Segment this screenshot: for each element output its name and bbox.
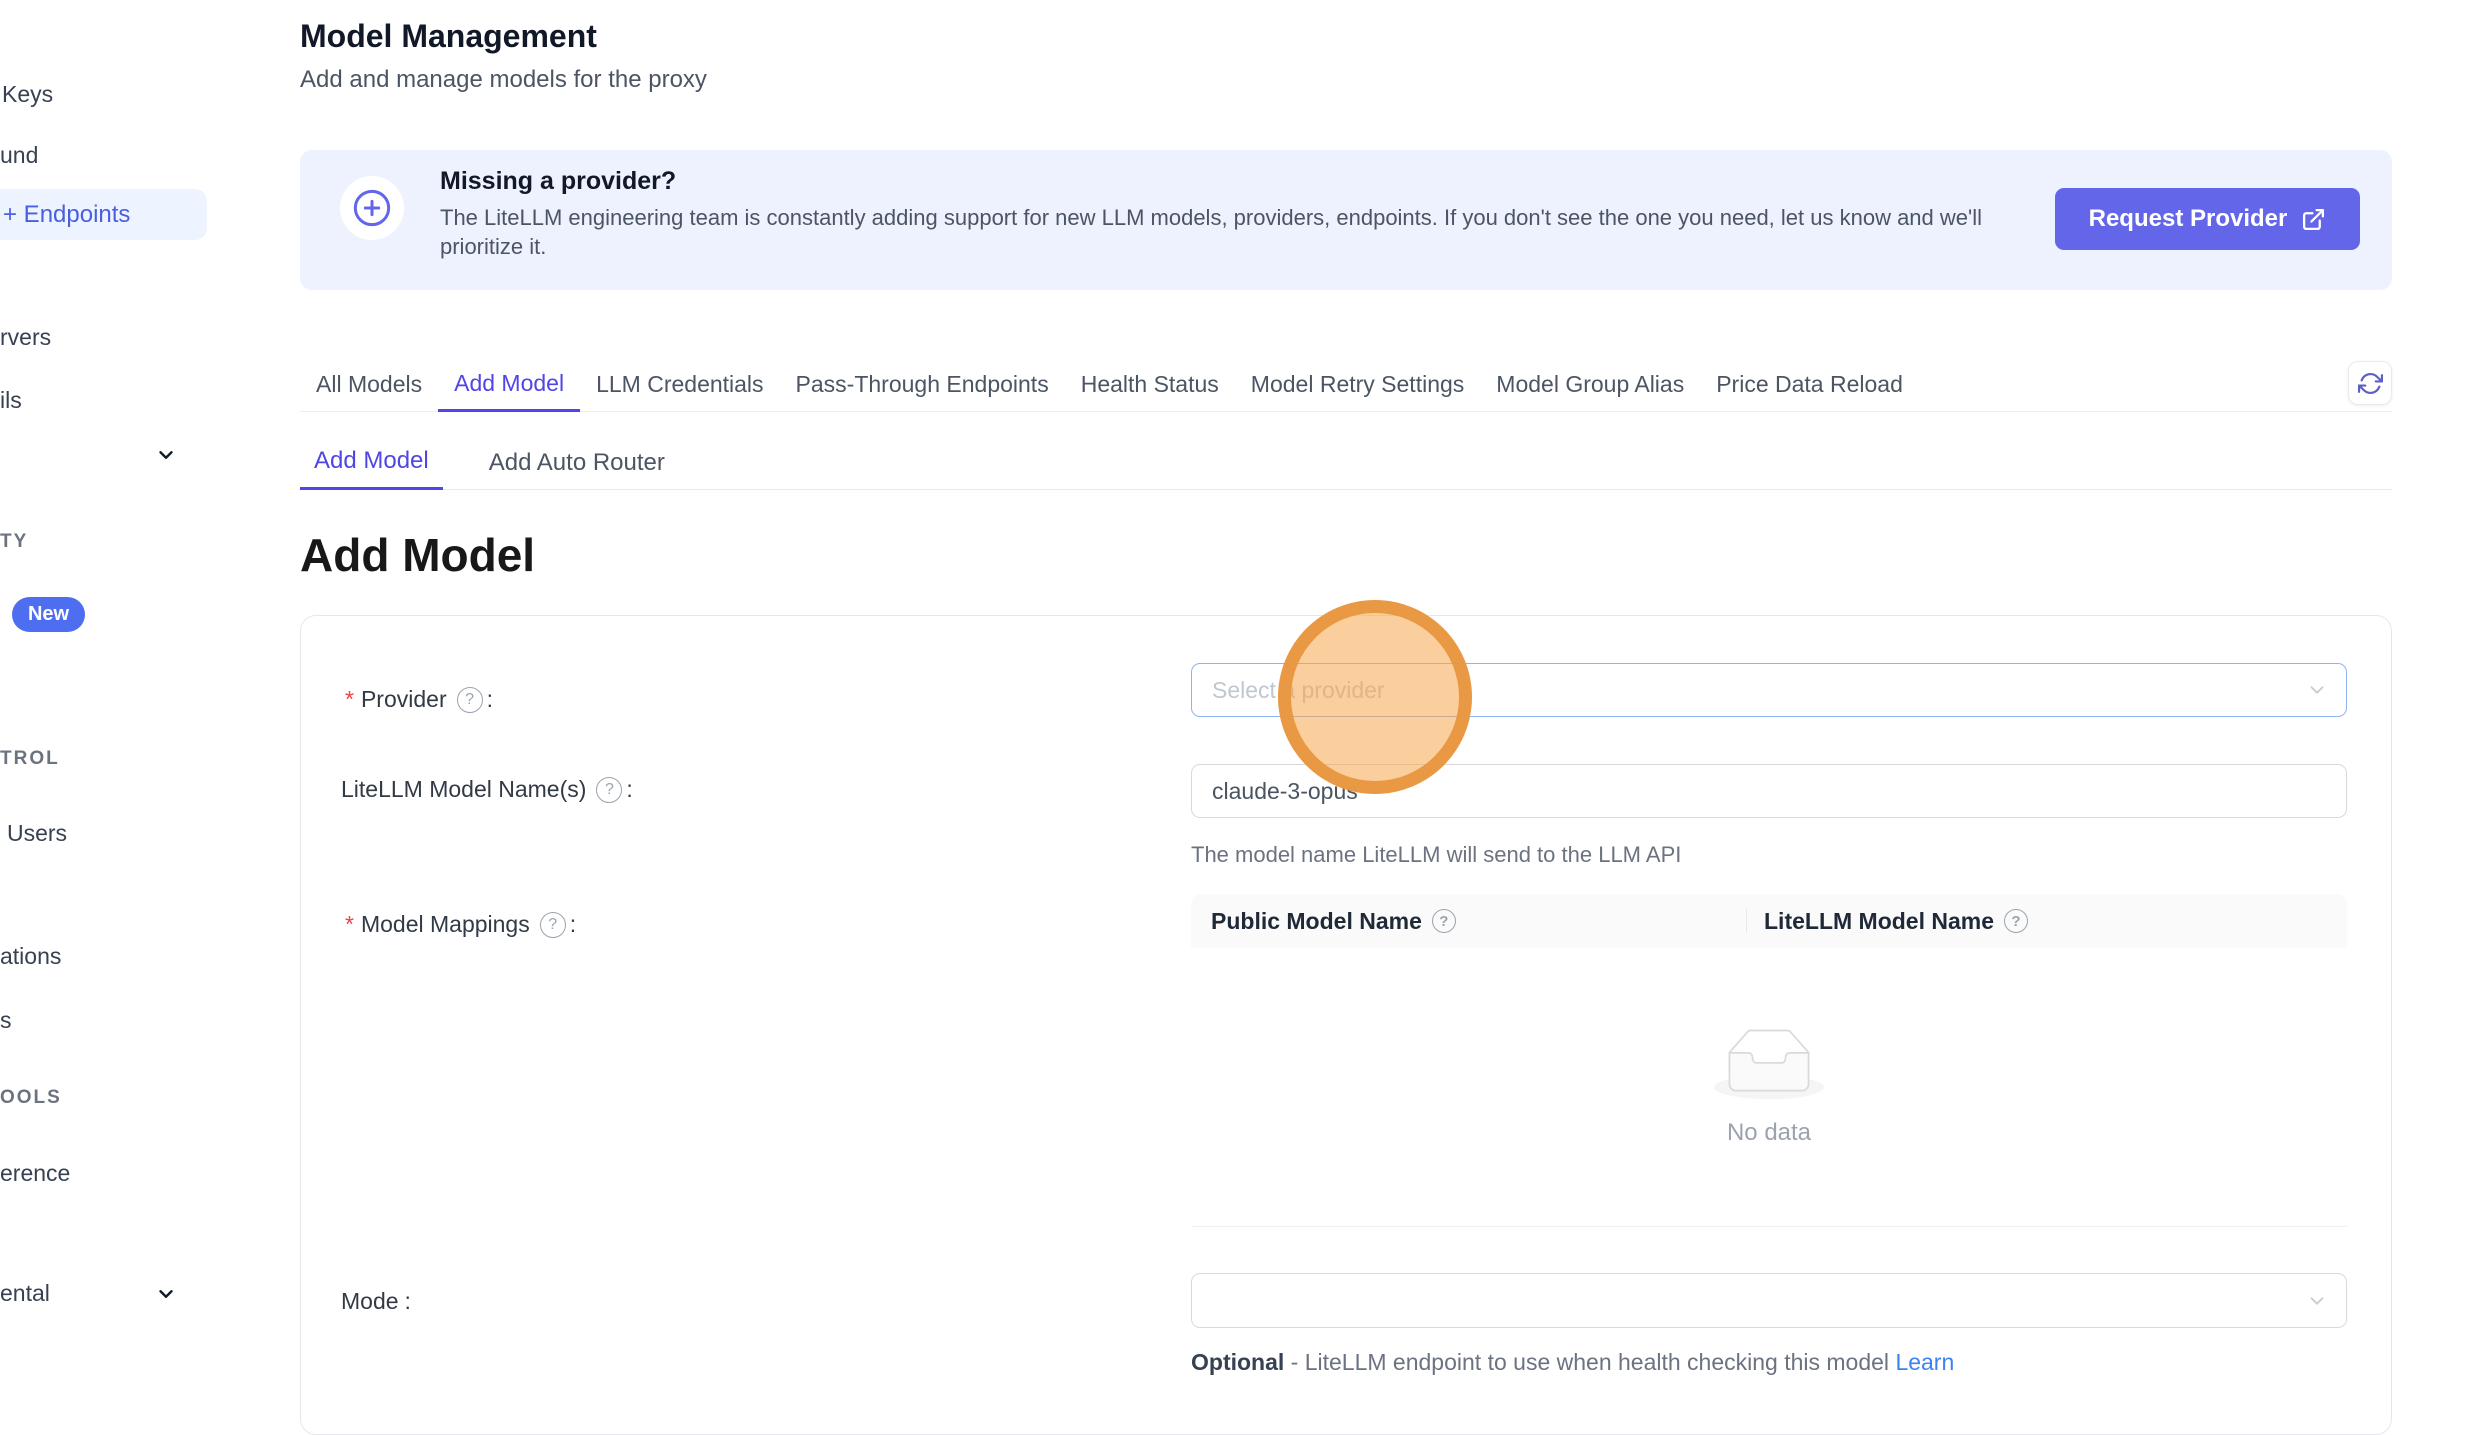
sidebar-section-label: OOLS (0, 1087, 62, 1109)
column-public-model-name: Public Model Name ? (1211, 908, 1460, 935)
tab-llm-credentials[interactable]: LLM Credentials (580, 358, 779, 412)
help-icon[interactable]: ? (596, 777, 622, 803)
colon: : (487, 686, 493, 713)
add-model-form-card: * Provider ? : LiteLLM Model Name(s) ? :… (300, 615, 2392, 1435)
model-mappings-label-text: Model Mappings (361, 911, 530, 938)
missing-provider-banner: Missing a provider? The LiteLLM engineer… (300, 150, 2392, 290)
provider-label: * Provider ? : (345, 686, 493, 713)
empty-state: No data (1191, 948, 2347, 1227)
request-provider-button[interactable]: Request Provider (2055, 188, 2360, 250)
column-divider (1746, 909, 1747, 933)
sidebar-item-teams[interactable]: s (0, 1007, 12, 1034)
page-title: Model Management (300, 18, 597, 55)
litellm-model-name-label-text: LiteLLM Model Name(s) (341, 776, 586, 803)
column-label: LiteLLM Model Name (1764, 908, 1994, 935)
required-marker: * (345, 911, 354, 938)
model-mappings-table: Public Model Name ? LiteLLM Model Name ? (1191, 894, 2347, 1228)
subtab-add-model[interactable]: Add Model (300, 436, 443, 490)
model-tabs: All Models Add Model LLM Credentials Pas… (300, 358, 2392, 412)
table-header: Public Model Name ? LiteLLM Model Name ? (1191, 894, 2347, 948)
mode-label-text: Mode (341, 1288, 399, 1315)
sidebar-item-users[interactable]: Users (7, 820, 67, 847)
sidebar-item-keys[interactable]: Keys (2, 81, 53, 108)
sidebar-item-playground[interactable]: und (0, 142, 38, 169)
help-icon[interactable]: ? (540, 912, 566, 938)
external-link-icon (2301, 207, 2326, 232)
sidebar-item-guardrails[interactable]: ils (0, 387, 22, 414)
colon: : (405, 1288, 411, 1315)
sidebar-section-label: TY (0, 531, 28, 553)
banner-body: The LiteLLM engineering team is constant… (440, 203, 2040, 261)
tab-add-model[interactable]: Add Model (438, 358, 580, 412)
litellm-model-name-label: LiteLLM Model Name(s) ? : (341, 776, 633, 803)
litellm-model-name-input[interactable] (1191, 764, 2347, 818)
sidebar-section-label: TROL (0, 748, 60, 770)
add-model-subtabs: Add Model Add Auto Router (300, 436, 2392, 490)
chevron-down-icon (155, 1283, 177, 1305)
plus-circle-icon (340, 176, 404, 240)
column-litellm-model-name: LiteLLM Model Name ? (1764, 908, 2032, 935)
sidebar-item-servers[interactable]: rvers (0, 324, 51, 351)
refresh-button[interactable] (2348, 361, 2392, 405)
help-icon[interactable]: ? (457, 687, 483, 713)
provider-select[interactable] (1191, 663, 2347, 717)
tab-health-status[interactable]: Health Status (1065, 358, 1235, 412)
colon: : (626, 776, 632, 803)
mode-help: Optional - LiteLLM endpoint to use when … (1191, 1349, 1954, 1376)
tab-all-models[interactable]: All Models (300, 358, 438, 412)
provider-label-text: Provider (361, 686, 447, 713)
learn-more-link[interactable]: Learn (1895, 1349, 1954, 1375)
add-model-heading: Add Model (300, 528, 535, 582)
new-badge[interactable]: New (12, 597, 85, 632)
request-provider-label: Request Provider (2089, 205, 2288, 233)
page-subtitle: Add and manage models for the proxy (300, 66, 707, 94)
tab-model-retry-settings[interactable]: Model Retry Settings (1235, 358, 1480, 412)
sidebar-item-inference[interactable]: erence (0, 1160, 70, 1187)
tab-pass-through-endpoints[interactable]: Pass-Through Endpoints (780, 358, 1065, 412)
help-icon[interactable]: ? (2004, 909, 2028, 933)
refresh-icon (2358, 371, 2383, 396)
chevron-down-icon[interactable] (155, 444, 177, 466)
colon: : (570, 911, 576, 938)
optional-label: Optional (1191, 1349, 1284, 1375)
tab-price-data-reload[interactable]: Price Data Reload (1700, 358, 1919, 412)
column-label: Public Model Name (1211, 908, 1422, 935)
empty-inbox-icon (1714, 1028, 1824, 1105)
sidebar-item-organizations[interactable]: ations (0, 943, 61, 970)
litellm-model-name-help: The model name LiteLLM will send to the … (1191, 842, 1681, 868)
sidebar-item-models-endpoints[interactable]: + Endpoints (0, 189, 207, 240)
sidebar-item-label: + Endpoints (0, 201, 130, 229)
subtab-add-auto-router[interactable]: Add Auto Router (475, 436, 679, 490)
tab-model-group-alias[interactable]: Model Group Alias (1480, 358, 1700, 412)
no-data-text: No data (1727, 1119, 1811, 1147)
mode-label: Mode : (341, 1288, 411, 1315)
model-mappings-label: * Model Mappings ? : (345, 911, 576, 938)
optional-text: - LiteLLM endpoint to use when health ch… (1284, 1349, 1895, 1375)
mode-select[interactable] (1191, 1273, 2347, 1328)
help-icon[interactable]: ? (1432, 909, 1456, 933)
sidebar-item-experimental[interactable]: ental (0, 1280, 50, 1307)
sidebar: Keys und + Endpoints rvers ils TY New TR… (0, 0, 215, 1385)
banner-title: Missing a provider? (440, 167, 676, 196)
required-marker: * (345, 686, 354, 713)
